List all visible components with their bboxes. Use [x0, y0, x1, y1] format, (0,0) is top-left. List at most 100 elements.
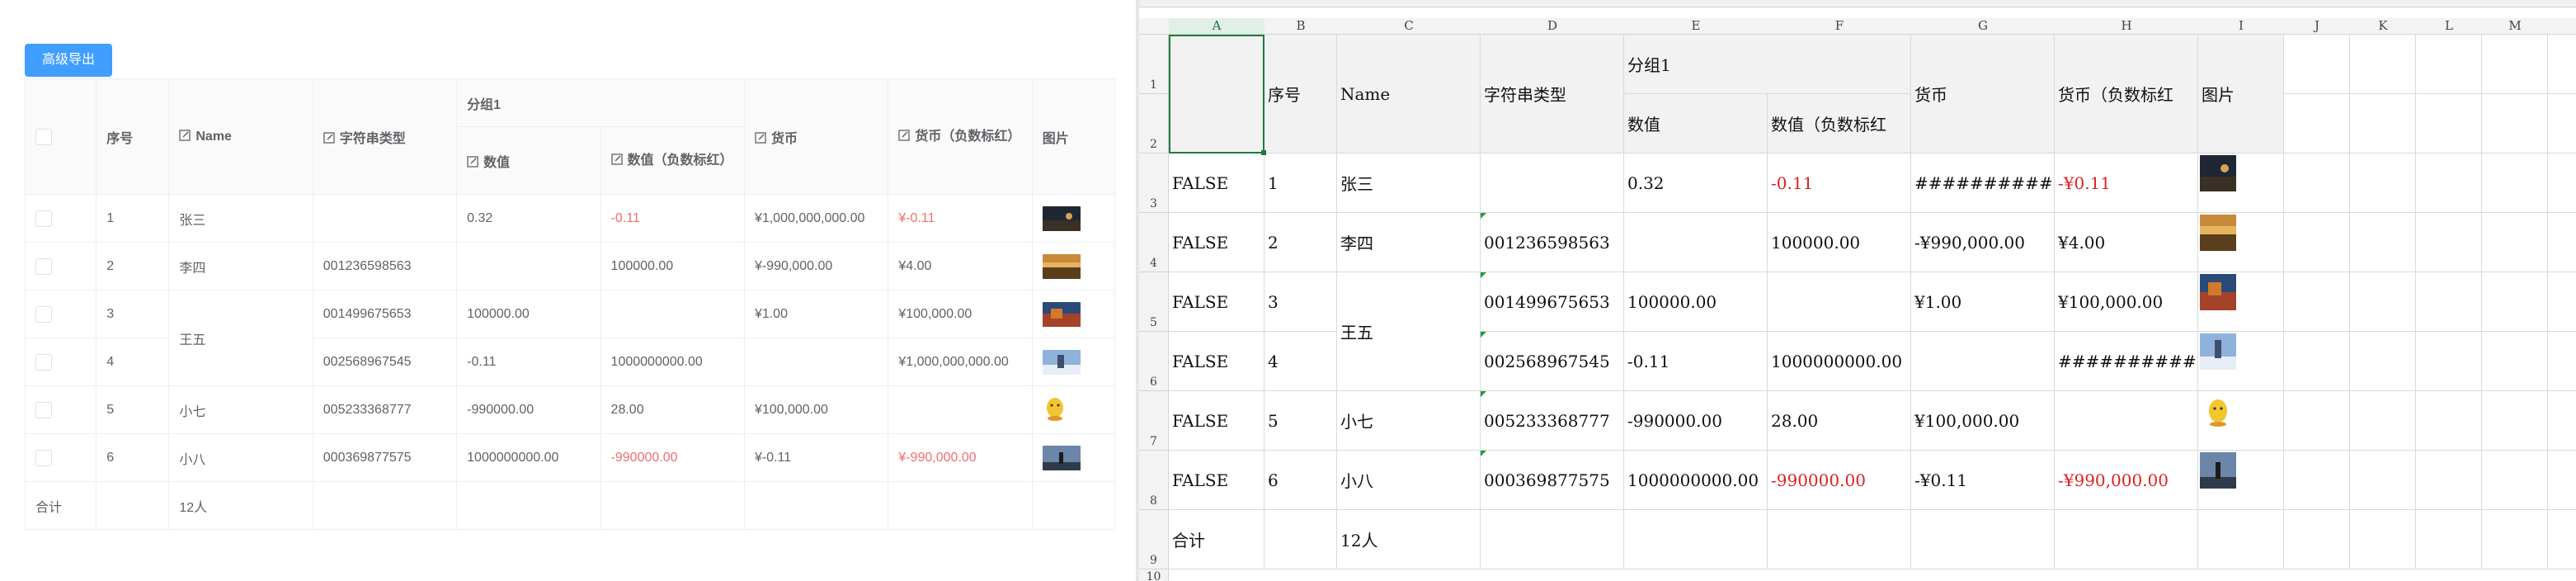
cell-value[interactable]: 100000.00	[1624, 272, 1768, 332]
cell-bool[interactable]: FALSE	[1169, 332, 1264, 391]
header-currency-neg[interactable]: 货币（负数标红）	[888, 78, 1033, 195]
cell-header-value[interactable]: 数值	[1624, 94, 1768, 154]
cell-empty[interactable]	[2350, 391, 2416, 451]
cell-seq[interactable]: 6	[1264, 451, 1337, 510]
cell-header-image[interactable]: 图片	[2198, 35, 2284, 154]
cell-empty[interactable]	[2548, 272, 2576, 332]
column-header-d[interactable]: D	[1481, 18, 1625, 35]
cell-header-name[interactable]: Name	[1337, 35, 1481, 154]
header-name[interactable]: Name	[168, 78, 313, 195]
table-row[interactable]: 3 王五 001499675653 100000.00 ¥1.00 ¥100,0…	[24, 290, 1116, 386]
row-checkbox[interactable]	[35, 401, 52, 418]
cell-value-neg[interactable]: 28.00	[1768, 391, 1911, 451]
cell-empty[interactable]	[1481, 510, 1624, 569]
cell-header-str-type[interactable]: 字符串类型	[1481, 35, 1624, 154]
cell-seq[interactable]: 1	[1264, 154, 1337, 213]
cell-empty[interactable]	[2482, 94, 2548, 154]
cell-empty[interactable]	[2284, 332, 2350, 391]
row-header-8[interactable]: 8	[1139, 451, 1169, 510]
column-header-n[interactable]: N	[2548, 18, 2576, 35]
cell-str[interactable]: 000369877575	[1481, 451, 1624, 510]
column-header-e[interactable]: E	[1624, 18, 1768, 35]
row-header-3[interactable]: 3	[1139, 154, 1169, 213]
cell-empty[interactable]	[2416, 332, 2482, 391]
cell-empty[interactable]	[2416, 94, 2482, 154]
cell-empty[interactable]	[2284, 451, 2350, 510]
cell-empty[interactable]	[1624, 510, 1768, 569]
cell-empty[interactable]	[2284, 94, 2350, 154]
cell-header-currency[interactable]: 货币	[1911, 35, 2055, 154]
cell-empty[interactable]	[2055, 510, 2198, 569]
row-header-5[interactable]: 5	[1139, 272, 1169, 332]
row-select[interactable]	[24, 242, 97, 290]
cell-seq[interactable]: 2	[1264, 213, 1337, 272]
cell-empty[interactable]	[2416, 154, 2482, 213]
cell-bool[interactable]: FALSE	[1169, 451, 1264, 510]
cell-empty[interactable]	[2482, 272, 2548, 332]
column-header-a[interactable]: A	[1169, 18, 1265, 35]
cell-value[interactable]: -990000.00	[1624, 391, 1768, 451]
cell-value-neg[interactable]	[1768, 272, 1911, 332]
cell-empty[interactable]	[2482, 332, 2548, 391]
fill-handle[interactable]	[1261, 150, 1266, 155]
cell-bool[interactable]: FALSE	[1169, 213, 1264, 272]
cell-currency[interactable]	[1911, 332, 2055, 391]
cell-empty[interactable]	[2548, 510, 2576, 569]
column-header-f[interactable]: F	[1768, 18, 1912, 35]
cell-empty[interactable]	[2548, 332, 2576, 391]
row-select[interactable]	[24, 385, 97, 434]
photo-image[interactable]	[2200, 274, 2236, 310]
row-checkbox[interactable]	[35, 305, 52, 323]
row-header-4[interactable]: 4	[1139, 213, 1169, 272]
cell-empty[interactable]	[2350, 510, 2416, 569]
row-checkbox[interactable]	[35, 353, 52, 371]
cell-name[interactable]: 李四	[1337, 213, 1481, 272]
cell-empty[interactable]	[2548, 391, 2576, 451]
row-header-1[interactable]: 1	[1139, 35, 1169, 94]
cell-empty[interactable]	[2482, 213, 2548, 272]
cell-empty[interactable]	[2350, 35, 2416, 94]
column-header-l[interactable]: L	[2416, 18, 2483, 35]
cell-empty[interactable]	[2350, 332, 2416, 391]
cell-value[interactable]: 0.32	[1624, 154, 1768, 213]
cell-currency[interactable]: ¥100,000.00	[1911, 391, 2055, 451]
cell-bool[interactable]: FALSE	[1169, 391, 1264, 451]
mascot-image[interactable]	[2200, 393, 2236, 429]
cell-empty[interactable]	[2548, 94, 2576, 154]
cell-empty[interactable]	[2198, 510, 2284, 569]
cell-currency-neg[interactable]: ¥4.00	[2055, 213, 2198, 272]
row-checkbox[interactable]	[35, 257, 52, 275]
cell-str[interactable]: 001499675653	[1481, 272, 1624, 332]
cell-empty[interactable]	[2284, 35, 2350, 94]
photo-image[interactable]	[2200, 333, 2236, 370]
row-header-2[interactable]: 2	[1139, 94, 1169, 154]
cell-empty[interactable]	[2416, 35, 2482, 94]
row-header-7[interactable]: 7	[1139, 391, 1169, 451]
column-header-m[interactable]: M	[2482, 18, 2549, 35]
cell-empty[interactable]	[1768, 510, 1911, 569]
cell-empty[interactable]	[2482, 510, 2548, 569]
cell-seq[interactable]: 3	[1264, 272, 1337, 332]
cell-currency-neg[interactable]: -¥990,000.00	[2055, 451, 2198, 510]
column-header-h[interactable]: H	[2055, 18, 2199, 35]
cell-value-neg[interactable]: 1000000000.00	[1768, 332, 1911, 391]
cell-name[interactable]: 小八	[1337, 451, 1481, 510]
cell-value[interactable]	[1624, 213, 1768, 272]
table-row[interactable]: 2 李四 001236598563 100000.00 ¥-990,000.00…	[24, 242, 1116, 290]
cell-total-count[interactable]: 12人	[1337, 510, 1481, 569]
column-header-b[interactable]: B	[1264, 18, 1338, 35]
cell-empty[interactable]	[1911, 510, 2055, 569]
cell-empty[interactable]	[2284, 510, 2350, 569]
cell-empty[interactable]	[2284, 213, 2350, 272]
cell-currency-neg[interactable]: ¥100,000.00	[2055, 272, 2198, 332]
cell-str[interactable]	[1481, 154, 1624, 213]
cell-empty[interactable]	[1264, 510, 1337, 569]
cell-value-neg[interactable]: -0.11	[1768, 154, 1911, 213]
cell-value-neg[interactable]: -990000.00	[1768, 451, 1911, 510]
cell-currency[interactable]: -¥990,000.00	[1911, 213, 2055, 272]
table-row[interactable]: 5 小七 005233368777 -990000.00 28.00 ¥100,…	[24, 385, 1116, 434]
cell-total-label[interactable]: 合计	[1169, 510, 1264, 569]
column-header-c[interactable]: C	[1337, 18, 1481, 35]
row-header-10[interactable]: 10	[1139, 569, 1169, 581]
cell-empty[interactable]	[2416, 510, 2482, 569]
